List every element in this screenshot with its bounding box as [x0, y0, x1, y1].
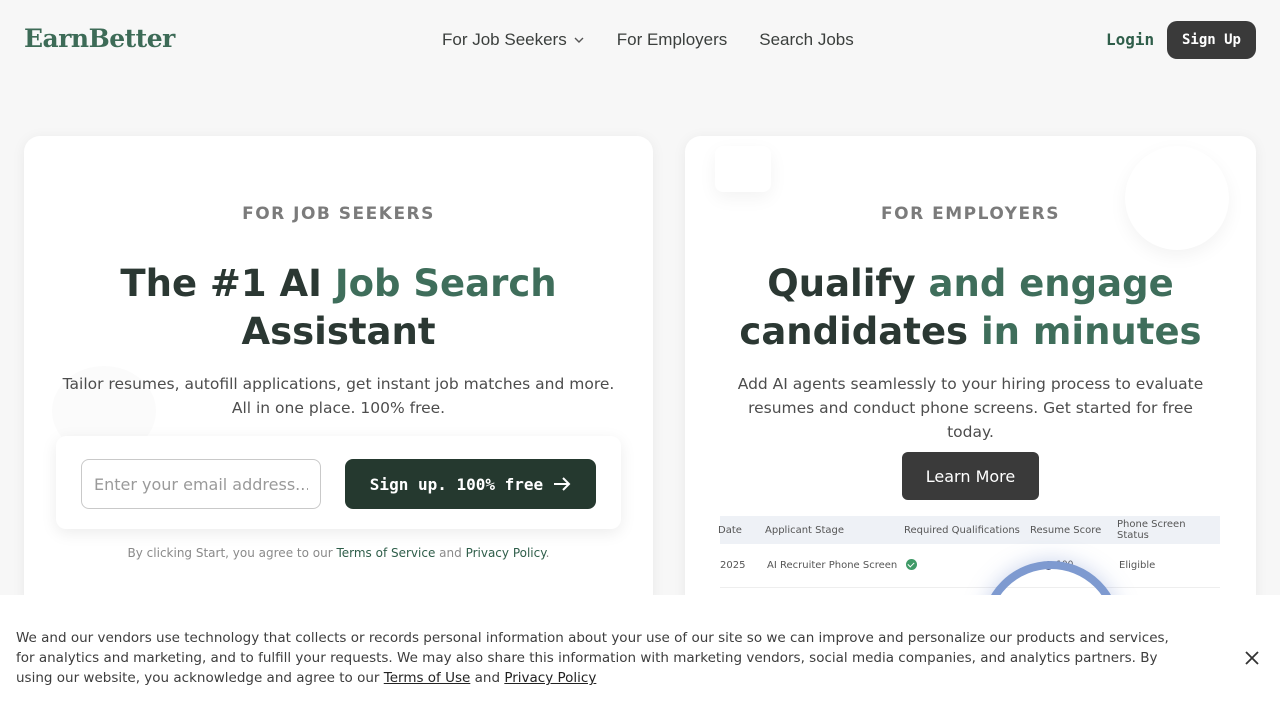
title-part: Qualify [767, 262, 929, 305]
title-part: candidates [739, 310, 981, 353]
title-accent: Job Search [334, 262, 557, 305]
table-cell [906, 558, 1032, 573]
terms-of-use-link[interactable]: Terms of Use [384, 670, 471, 686]
column-header: Applicant Stage [765, 524, 845, 536]
job-seekers-title: The #1 AI Job Search Assistant [24, 260, 653, 356]
title-part: Assistant [241, 310, 436, 353]
column-header: Phone Screen Status [1117, 519, 1186, 541]
nav-search-jobs[interactable]: Search Jobs [759, 30, 854, 50]
column-header: Date [718, 524, 742, 536]
login-link[interactable]: Login [1106, 30, 1154, 49]
applicants-table-preview: Date Applicant Stage Required Qualificat… [718, 516, 1220, 588]
site-header: EarnBetter For Job Seekers For Employers… [0, 0, 1280, 82]
table-cell: AI Recruiter Phone Screen [767, 560, 898, 571]
cookie-and: and [470, 670, 505, 686]
employers-subtitle: Add AI agents seamlessly to your hiring … [737, 375, 1204, 441]
cookie-privacy-link[interactable]: Privacy Policy [504, 670, 596, 686]
legal-text: . [545, 546, 550, 560]
table-row: 2025 AI Recruiter Phone Screen 100 Eligi… [720, 544, 1220, 588]
title-accent: and engage [928, 262, 1174, 305]
privacy-policy-link[interactable]: Privacy Policy [466, 546, 546, 560]
table-cell: 2025 [720, 560, 746, 571]
cookie-text: We and our vendors use technology that c… [16, 628, 1186, 688]
nav-for-employers[interactable]: For Employers [617, 30, 728, 50]
logo[interactable]: EarnBetter [24, 24, 175, 53]
nav-for-job-seekers[interactable]: For Job Seekers [442, 30, 585, 50]
nav-label: For Job Seekers [442, 30, 567, 49]
close-icon[interactable] [1243, 649, 1261, 667]
table-cell: Eligible [1119, 560, 1156, 571]
check-circle-icon [906, 558, 917, 570]
employers-title: Qualify and engage candidates in minutes [685, 260, 1256, 356]
legal-notice: By clicking Start, you agree to our Term… [24, 546, 653, 560]
legal-text: By clicking Start, you agree to our [127, 546, 337, 560]
cookie-banner: We and our vendors use technology that c… [0, 595, 1280, 720]
signup-free-button[interactable]: Sign up. 100% free [345, 459, 596, 509]
title-part: The #1 AI [120, 262, 335, 305]
nav-label: For Employers [616, 30, 728, 49]
email-signup-form: Sign up. 100% free [56, 436, 621, 529]
title-accent: in minutes [980, 310, 1202, 353]
nav-label: Search Jobs [759, 30, 854, 49]
signup-button[interactable]: Sign Up [1167, 21, 1256, 59]
employers-card: FOR EMPLOYERS Qualify and engage candida… [685, 136, 1256, 616]
main-nav: For Job Seekers For Employers Search Job… [442, 30, 854, 50]
chevron-down-icon [574, 37, 584, 43]
terms-of-service-link[interactable]: Terms of Service [336, 546, 435, 560]
job-seekers-card: FOR JOB SEEKERS The #1 AI Job Search Ass… [24, 136, 653, 616]
employers-eyebrow: FOR EMPLOYERS [881, 204, 1060, 224]
decorative-circle [1125, 146, 1229, 250]
column-header: Required Qualifications [904, 524, 1020, 536]
legal-text: and [435, 546, 466, 560]
table-header: Date Applicant Stage Required Qualificat… [718, 516, 1220, 544]
email-input[interactable] [81, 459, 321, 509]
job-seekers-eyebrow: FOR JOB SEEKERS [242, 204, 435, 224]
arrow-right-icon [554, 477, 571, 491]
learn-more-button[interactable]: Learn More [902, 452, 1039, 500]
signup-free-label: Sign up. 100% free [369, 474, 544, 494]
column-header: Resume Score [1030, 524, 1102, 536]
decorative-square [715, 146, 771, 192]
job-seekers-subtitle: Tailor resumes, autofill applications, g… [62, 375, 615, 417]
